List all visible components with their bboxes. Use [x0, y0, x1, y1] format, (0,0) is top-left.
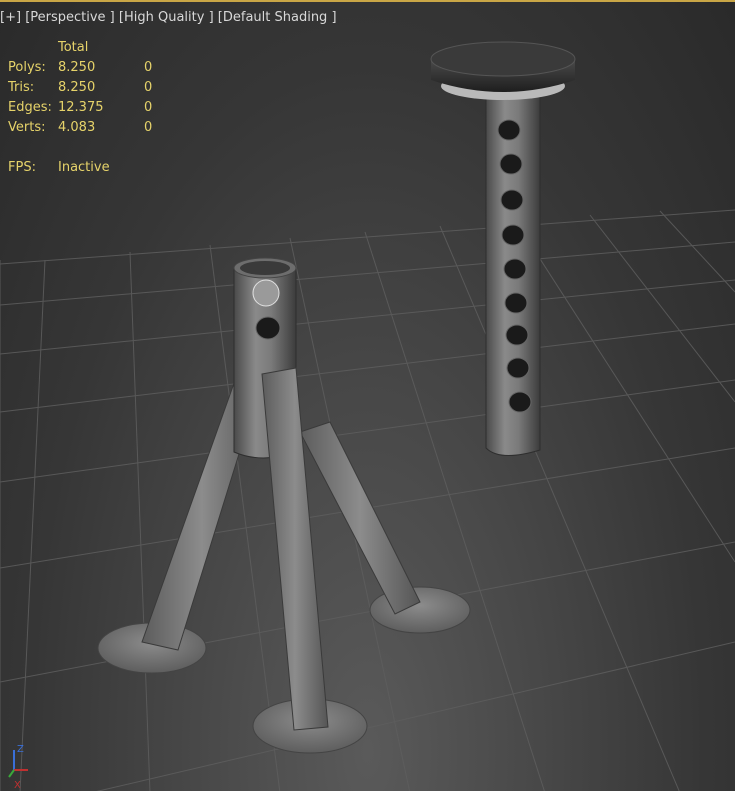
stats-fps-label: FPS:: [8, 160, 36, 175]
stats-tris-label: Tris:: [8, 80, 35, 95]
stats-verts-selected: 0: [144, 120, 153, 135]
axis-gizmo: Z X: [8, 744, 28, 791]
viewport-quality-menu[interactable]: [High Quality ]: [119, 10, 214, 25]
stats-tris-selected: 0: [144, 80, 153, 95]
viewport-menu-label: [+] [Perspective ] [High Quality ] [Defa…: [0, 10, 337, 25]
viewport-plus-menu[interactable]: [+]: [0, 10, 21, 25]
jack-stand-object[interactable]: [97, 257, 471, 754]
stats-verts-total: 4.083: [58, 120, 96, 135]
stats-fps-value: Inactive: [58, 160, 110, 175]
stats-verts-label: Verts:: [8, 120, 46, 135]
viewport-view-menu[interactable]: [Perspective ]: [25, 10, 115, 25]
stats-polys-total: 8.250: [58, 60, 96, 75]
stats-polys-label: Polys:: [8, 60, 46, 75]
pin-object[interactable]: [430, 41, 576, 456]
perspective-viewport[interactable]: Z X [+] [Perspective ] [High Quality ] […: [0, 0, 735, 791]
viewport-shading-menu[interactable]: [Default Shading ]: [218, 10, 337, 25]
scene-render[interactable]: Z X: [0, 2, 735, 791]
axis-z-label: Z: [17, 744, 24, 755]
stats-edges-label: Edges:: [8, 100, 52, 115]
axis-x-label: X: [14, 780, 21, 791]
stats-edges-selected: 0: [144, 100, 153, 115]
stats-polys-selected: 0: [144, 60, 153, 75]
stats-edges-total: 12.375: [58, 100, 104, 115]
stats-tris-total: 8.250: [58, 80, 96, 95]
stats-total-header: Total: [58, 40, 89, 55]
